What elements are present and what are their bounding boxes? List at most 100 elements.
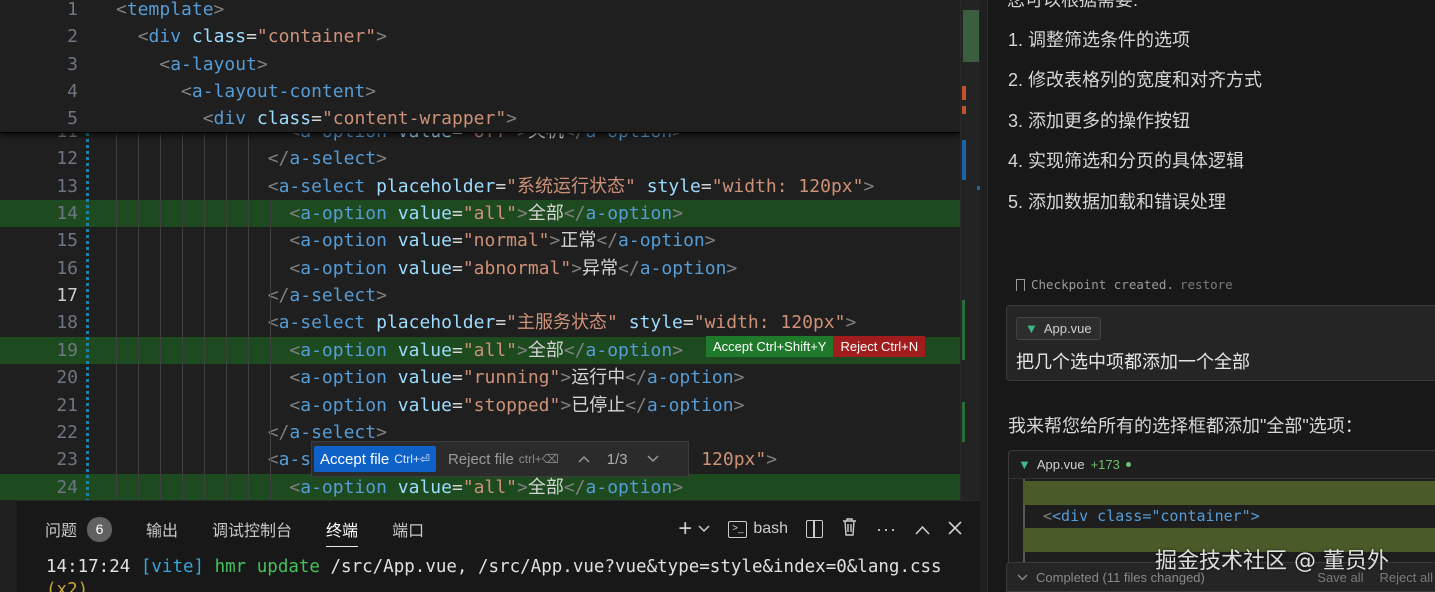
panel-tab-label: 输出 [146,523,179,540]
line-code: </a-select> [267,148,387,170]
panel-tab-label: 调试控制台 [212,523,293,540]
line-number: 15 [56,230,78,252]
chevron-up-icon[interactable] [915,519,930,540]
new-terminal-button[interactable]: + [678,517,710,541]
panel-tab[interactable]: 终端 [326,515,359,547]
terminal-output[interactable]: 14:17:24 [vite] hmr update /src/App.vue,… [46,556,966,592]
code-line[interactable]: 16 <a-option value="abnormal">异常</a-opti… [0,255,980,282]
indent-guide [248,133,249,500]
indent-guide [270,200,271,500]
panel-tab[interactable]: 调试控制台 [212,515,292,543]
bottom-panel: 问题 6 输出 调试控制台 终端 端口 + >_ bash ··· 14:17:24 [v… [17,500,980,592]
line-code: <a-layout-content> [181,80,377,102]
accept-file-button[interactable]: Accept file Ctrl+⏎ [314,446,436,472]
code-line[interactable]: 21 <a-option value="stopped">已停止</a-opti… [0,392,980,419]
list-item: 2. 修改表格列的宽度和对齐方式 [1008,70,1263,90]
assistant-message: 我来帮您给所有的选择框都添加"全部"选项： [1008,416,1363,436]
code-card-line-text: <div class="container"> [1052,507,1260,525]
minimap-change-marker [962,106,966,114]
user-message[interactable]: ▼ App.vue 把几个选中项都添加一个全部 [1006,305,1435,381]
code-line-added[interactable]: 24 <a-option value="all">全部</a-option> [0,473,980,500]
code-line[interactable]: 13 <a-select placeholder="系统运行状态" style=… [0,173,980,200]
list-item: 3. 添加更多的操作按钮 [1008,111,1191,131]
minimap-change-marker [962,86,966,100]
checkpoint-label: Checkpoint created. [1031,277,1174,292]
file-context-chip[interactable]: ▼ App.vue [1016,317,1101,340]
line-code: <a-select placeholder="系统运行状态" style="wi… [267,175,875,197]
panel-tab[interactable]: 问题 6 [45,515,113,543]
chevron-down-icon[interactable] [1017,574,1028,581]
code-line[interactable]: 18 <a-select placeholder="主服务状态" style="… [0,309,980,336]
panel-tab[interactable]: 端口 [392,515,424,543]
terminal-vite-tag: [vite] [140,557,205,577]
line-code: <a-option value="all">全部</a-option> [289,476,684,498]
code-line [1023,481,1435,505]
line-number: 13 [56,175,78,197]
problems-count-badge: 6 [87,516,113,542]
code-line[interactable]: 12 </a-select> [0,145,980,172]
change-counter: 1/3 [606,450,628,468]
line-number: 17 [56,285,78,307]
watermark: 掘金技术社区 @ 董员外 [1155,549,1389,574]
close-icon[interactable] [948,519,962,540]
code-editor[interactable]: 11 <a-option value="off">关机</a-option>12… [0,0,980,500]
inline-diff-actions: Accept Ctrl+Shift+Y Reject Ctrl+N [706,336,926,357]
panel-tab-label: 端口 [392,523,425,540]
panel-tab-label: 终端 [326,523,359,540]
lines-added-count: +173 [1090,457,1120,472]
line-number: 21 [56,394,78,416]
terminal-path: /src/App.vue, /src/App.vue?vue&type=styl… [319,557,942,577]
code-line[interactable]: 1 <template> [0,0,960,23]
accept-file-shortcut: Ctrl+⏎ [394,452,430,466]
line-number: 3 [67,53,78,75]
terminal-action: hmr update [214,557,320,577]
file-chip-label: App.vue [1043,321,1092,336]
more-icon[interactable]: ··· [876,519,897,540]
vue-icon: ▼ [1018,457,1031,472]
minimap-change-marker [962,402,965,442]
list-item: 4. 实现筛选和分页的具体逻辑 [1008,151,1245,171]
accept-file-label: Accept file [320,450,390,468]
sticky-scroll-header[interactable]: 1 <template> 2 <div class="container"> 3 <a… [0,0,960,133]
code-line[interactable]: 3 <a-layout> [0,51,960,78]
minimap-slider[interactable] [963,10,979,62]
code-line[interactable]: 5 <div class="content-wrapper"> [0,105,960,132]
line-number: 23 [56,449,78,471]
indent-guide [204,133,205,500]
status-dot [1125,462,1131,467]
minimap-change-marker [962,140,966,180]
code-line[interactable]: 15 <a-option value="normal">正常</a-option… [0,227,980,254]
chevron-down-icon [698,525,710,533]
line-number: 4 [67,80,78,102]
line-code: <a-option value="running">运行中</a-option> [289,367,745,389]
code-card-header[interactable]: ▼ App.vue +173 [1009,451,1435,479]
line-code: <a-option value="abnormal">异常</a-option> [289,257,738,279]
reject-file-label: Reject file [447,450,514,468]
reject-change-button[interactable]: Reject Ctrl+N [833,336,926,357]
chevron-down-icon[interactable] [646,451,660,468]
line-number: 5 [67,108,78,130]
panel-tabs: 问题 6 输出 调试控制台 终端 端口 [45,515,458,547]
code-line[interactable]: 2 <div class="container"> [0,23,960,50]
line-code: </a-select> [267,285,387,307]
panel-tab[interactable]: 输出 [146,515,178,543]
chevron-up-icon[interactable] [577,451,591,468]
restore-link[interactable]: restore [1180,277,1233,292]
line-code: <a-option value="normal">正常</a-option> [289,230,716,252]
line-code: <template> [116,0,225,20]
code-line[interactable]: 4 <a-layout-content> [0,78,960,105]
split-terminal-icon[interactable] [806,520,824,538]
chat-text: 您可以根据需要: [1007,0,1139,10]
trash-icon[interactable] [841,517,858,541]
code-line[interactable]: 17 </a-select> [0,282,980,309]
bookmark-icon [1016,278,1025,291]
code-line-added[interactable]: 14 <a-option value="all">全部</a-option> [0,200,980,228]
terminal-icon: >_ [728,520,748,538]
line-number: 19 [56,339,78,361]
accept-change-button[interactable]: Accept Ctrl+Shift+Y [706,336,834,357]
minimap-scrollbar[interactable] [960,0,980,500]
reject-file-button[interactable]: Reject file ctrl+⌫ [448,451,559,468]
code-line[interactable]: 20 <a-option value="running">运行中</a-opti… [0,364,980,391]
terminal-shell-select[interactable]: >_ bash [728,520,788,538]
ai-chat-panel: 您可以根据需要: 1. 调整筛选条件的选项 2. 修改表格列的宽度和对齐方式 3… [987,0,1435,592]
